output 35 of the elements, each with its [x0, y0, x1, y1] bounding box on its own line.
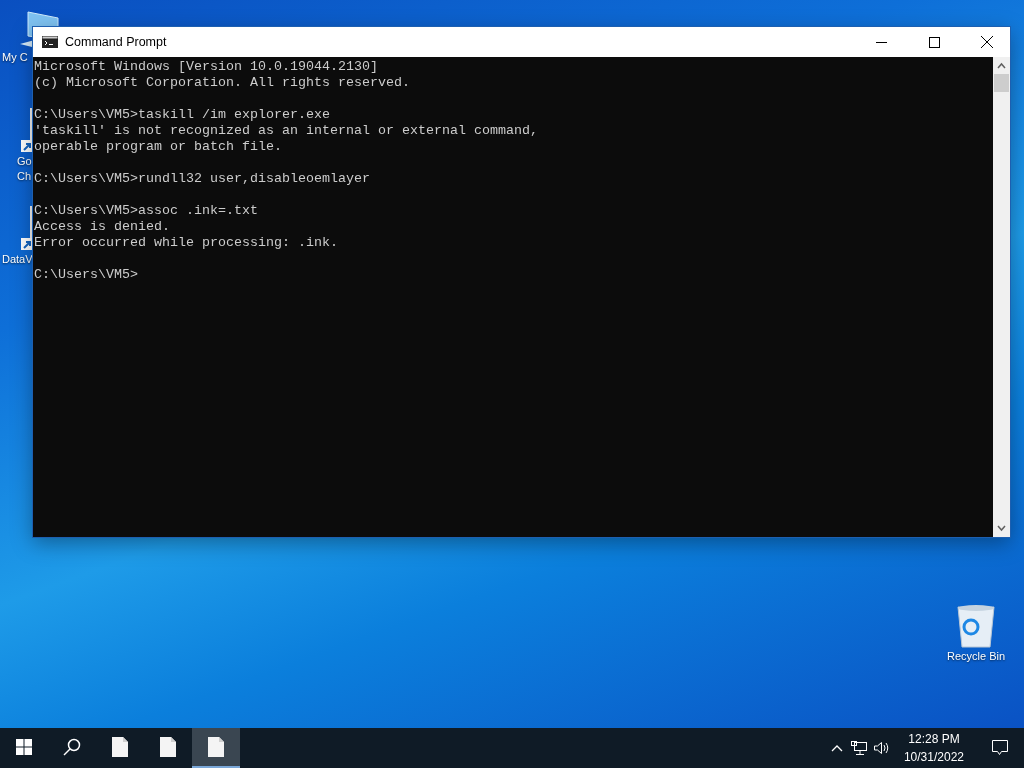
console-line: C:\Users\VM5>taskill /im explorer.exe [34, 107, 331, 123]
file-icon [112, 737, 128, 757]
recycle-bin-icon [956, 603, 996, 649]
console-line: C:\Users\VM5>assoc .ink=.txt [34, 203, 259, 219]
icon-label: DataV [2, 252, 33, 267]
file-icon [208, 737, 224, 757]
console-line: Microsoft Windows [Version 10.0.19044.2130] [34, 59, 379, 75]
clock-time: 12:28 PM [908, 731, 960, 748]
network-icon [850, 741, 867, 755]
console-line: C:\Users\VM5>rundll32 user,disableoemlayer [34, 171, 371, 187]
console-line: 'taskill' is not recognized as an internal or external command, [34, 123, 539, 139]
console-line: operable program or batch file. [34, 139, 283, 155]
speaker-icon [872, 741, 889, 755]
console-line: Error occurred while processing: .ink. [34, 235, 339, 251]
speech-bubble-icon [991, 739, 1009, 757]
maximize-icon [928, 36, 940, 48]
console-line: (c) Microsoft Corporation. All rights reserved. [34, 75, 411, 91]
scrollbar[interactable] [993, 57, 1010, 537]
windows-logo-icon [16, 739, 32, 755]
icon-label: Go [17, 154, 32, 169]
taskbar-button[interactable] [192, 728, 240, 768]
icon-label: Recycle Bin [946, 649, 1006, 664]
console-app-icon [42, 36, 58, 48]
clock-date: 10/31/2022 [903, 749, 964, 766]
scroll-thumb[interactable] [994, 74, 1009, 92]
close-icon [981, 36, 993, 48]
chevron-up-icon [830, 744, 843, 752]
file-icon [160, 737, 176, 757]
window-title: Command Prompt [65, 35, 168, 49]
icon-label: My C [2, 50, 28, 65]
console-line: Access is denied. [34, 219, 171, 235]
console-line: C:\Users\VM5> [34, 267, 139, 283]
clock[interactable]: 12:28 PM 10/31/2022 [891, 728, 976, 768]
search-icon [63, 738, 81, 756]
icon-label: Ch [17, 169, 32, 184]
